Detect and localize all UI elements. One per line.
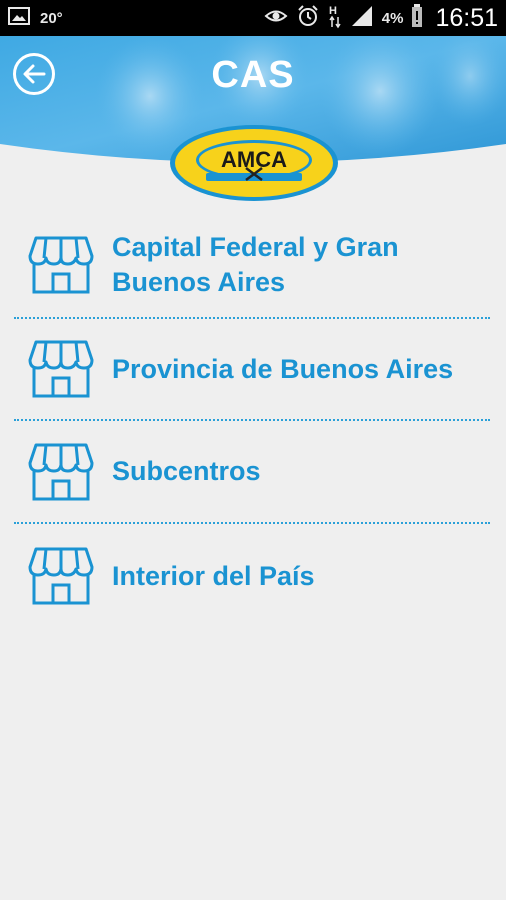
menu-item-provincia-buenos-aires[interactable]: Provincia de Buenos Aires [14,319,490,421]
menu-item-subcentros[interactable]: Subcentros [14,421,490,524]
store-icon [28,443,94,500]
status-left: 20° [8,0,63,36]
eye-icon [264,7,288,30]
amca-logo: AMCA [168,123,340,203]
status-bar: 20° H 4% 16:51 [0,0,506,36]
clock-time: 16:51 [435,3,498,32]
menu-item-capital-federal[interactable]: Capital Federal y Gran Buenos Aires [14,213,490,319]
image-icon [8,6,30,31]
data-h-icon: H [328,3,342,34]
cas-menu-list: Capital Federal y Gran Buenos Aires Prov… [14,213,490,628]
logo-text: AMCA [221,147,287,172]
menu-item-label: Provincia de Buenos Aires [112,353,454,384]
page-title: CAS [211,54,295,96]
store-icon [28,236,94,294]
battery-icon [411,3,423,33]
menu-item-label: Capital Federal y Gran Buenos Aires [112,232,399,297]
menu-item-label: Interior del País [112,560,315,591]
alarm-icon [296,4,320,33]
status-right: H 4% 16:51 [264,0,498,36]
menu-item-interior-del-pais[interactable]: Interior del País [14,524,490,628]
signal-icon [350,5,374,32]
svg-text:H: H [329,5,337,17]
menu-item-label: Subcentros [112,456,261,486]
battery-percent: 4% [381,9,404,27]
temperature-text: 20° [40,9,63,27]
store-icon [28,340,94,398]
store-icon [28,547,94,605]
